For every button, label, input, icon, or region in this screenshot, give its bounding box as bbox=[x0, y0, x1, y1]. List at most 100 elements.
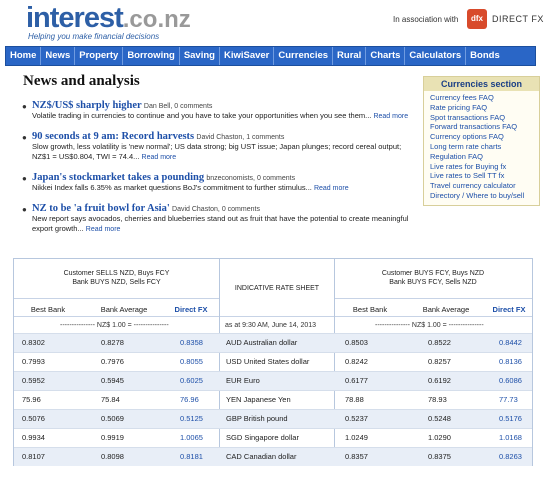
rate-timestamp: as at 9:30 AM, June 14, 2013 bbox=[225, 322, 317, 329]
right-direct-fx-cell: 77.73 bbox=[499, 395, 518, 404]
right-bank-average-cell: 1.0290 bbox=[428, 433, 451, 442]
col-direct-fx-right[interactable]: Direct FX bbox=[486, 305, 532, 314]
news-item: ● 90 seconds at 9 am: Record harvests Dav… bbox=[22, 131, 410, 163]
logo-domain: .co.nz bbox=[122, 6, 191, 33]
bullet-icon: ● bbox=[22, 205, 27, 214]
news-item: ● NZ to be 'a fruit bowl for Asia' David … bbox=[22, 203, 410, 235]
currencies-link[interactable]: Travel currency calculator bbox=[430, 181, 533, 191]
table-row: 0.5076 0.5069 0.5125 GBP British pound 0.523… bbox=[14, 409, 532, 428]
read-more-link[interactable]: Read more bbox=[86, 226, 121, 233]
news-byline: Dan Bell, 0 comments bbox=[143, 103, 213, 110]
divider bbox=[334, 298, 532, 299]
partner-name[interactable]: DIRECT FX bbox=[492, 14, 544, 24]
left-direct-fx-cell: 0.5125 bbox=[180, 414, 203, 423]
news-list: ● NZ$/US$ sharply higher Dan Bell, 0 comm… bbox=[22, 100, 410, 244]
table-row: 0.9934 0.9919 1.0065 SGD Singapore dollar 1.… bbox=[14, 428, 532, 447]
currencies-section-box: Currencies section Currency fees FAQ Rate… bbox=[423, 76, 540, 206]
currencies-link[interactable]: Live rates to Sell TT fx bbox=[430, 171, 533, 181]
association-text: In association with bbox=[393, 15, 459, 24]
news-summary-text: Slow growth, less volatility is 'new nor… bbox=[32, 142, 402, 161]
left-bank-average-cell: 0.5069 bbox=[101, 414, 124, 423]
right-best-bank-cell: 0.5237 bbox=[345, 414, 368, 423]
col-direct-fx-left[interactable]: Direct FX bbox=[166, 305, 216, 314]
left-direct-fx-cell: 0.8181 bbox=[180, 452, 203, 461]
currencies-link[interactable]: Forward transactions FAQ bbox=[430, 122, 533, 132]
currencies-link[interactable]: Long term rate charts bbox=[430, 142, 533, 152]
left-bank-average-cell: 0.9919 bbox=[101, 433, 124, 442]
news-byline: David Chaston, 1 comments bbox=[196, 134, 285, 141]
nav-item-kiwisaver[interactable]: KiwiSaver bbox=[220, 47, 275, 65]
read-more-link[interactable]: Read more bbox=[314, 185, 349, 192]
main-nav: Home News Property Borrowing Saving KiwiSaver… bbox=[5, 46, 536, 66]
news-headline[interactable]: Japan's stockmarket takes a pounding bbox=[32, 172, 204, 183]
left-header-line1: Customer SELLS NZD, Buys FCY bbox=[63, 270, 170, 277]
bullet-icon: ● bbox=[22, 174, 27, 183]
currencies-link[interactable]: Live rates for Buying fx bbox=[430, 162, 533, 172]
nav-item-property[interactable]: Property bbox=[75, 47, 124, 65]
currencies-links: Currency fees FAQ Rate pricing FAQ Spot tr… bbox=[424, 91, 539, 203]
col-best-bank-left: Best Bank bbox=[30, 305, 66, 314]
rate-sheet-table: Customer SELLS NZD, Buys FCY Bank BUYS N… bbox=[13, 258, 533, 466]
right-best-bank-cell: 0.8357 bbox=[345, 452, 368, 461]
right-best-bank-cell: 0.8503 bbox=[345, 338, 368, 347]
divider bbox=[14, 298, 219, 299]
currencies-link[interactable]: Currency fees FAQ bbox=[430, 93, 533, 103]
left-best-bank-cell: 0.9934 bbox=[22, 433, 45, 442]
currency-name-cell: EUR Euro bbox=[226, 376, 260, 385]
news-summary: Nikkei Index falls 6.35% as market quest… bbox=[32, 183, 410, 194]
right-bank-average-cell: 0.5248 bbox=[428, 414, 451, 423]
table-row: 0.7993 0.7976 0.8055 USD United States doll… bbox=[14, 352, 532, 371]
col-best-bank-right: Best Bank bbox=[352, 305, 388, 314]
left-direct-fx-cell: 76.96 bbox=[180, 395, 199, 404]
site-logo[interactable]: interest.co.nz bbox=[26, 2, 191, 35]
bullet-icon: ● bbox=[22, 133, 27, 142]
partner-logo-icon[interactable]: dfx bbox=[467, 9, 487, 29]
left-header: Customer SELLS NZD, Buys FCY Bank BUYS N… bbox=[14, 269, 219, 287]
left-best-bank-cell: 0.5952 bbox=[22, 376, 45, 385]
nav-item-news[interactable]: News bbox=[41, 47, 76, 65]
news-section-title: News and analysis bbox=[23, 73, 140, 89]
read-more-link[interactable]: Read more bbox=[373, 113, 408, 120]
nav-item-currencies[interactable]: Currencies bbox=[274, 47, 334, 65]
left-direct-fx-cell: 0.8358 bbox=[180, 338, 203, 347]
news-headline[interactable]: NZ$/US$ sharply higher bbox=[32, 100, 142, 111]
site-header: interest.co.nz Helping you make financia… bbox=[0, 0, 550, 44]
news-headline[interactable]: NZ to be 'a fruit bowl for Asia' bbox=[32, 203, 170, 214]
read-more-link[interactable]: Read more bbox=[142, 154, 177, 161]
logo-main: interest bbox=[26, 2, 124, 34]
right-direct-fx-cell: 1.0168 bbox=[499, 433, 522, 442]
nav-item-home[interactable]: Home bbox=[6, 47, 42, 65]
nav-item-rural[interactable]: Rural bbox=[333, 47, 367, 65]
news-item: ● NZ$/US$ sharply higher Dan Bell, 0 comm… bbox=[22, 100, 410, 122]
currency-name-cell: USD United States dollar bbox=[226, 357, 310, 366]
news-summary: Slow growth, less volatility is 'new nor… bbox=[32, 142, 410, 163]
currencies-link[interactable]: Currency options FAQ bbox=[430, 132, 533, 142]
currencies-link[interactable]: Rate pricing FAQ bbox=[430, 103, 533, 113]
news-summary-text: Nikkei Index falls 6.35% as market quest… bbox=[32, 183, 312, 192]
left-bank-average-cell: 75.84 bbox=[101, 395, 120, 404]
rate-rows: 0.8302 0.8278 0.8358 AUD Australian dollar 0… bbox=[14, 333, 532, 466]
currencies-link[interactable]: Spot transactions FAQ bbox=[430, 113, 533, 123]
right-direct-fx-cell: 0.8442 bbox=[499, 338, 522, 347]
right-direct-fx-cell: 0.8263 bbox=[499, 452, 522, 461]
nav-item-borrowing[interactable]: Borrowing bbox=[123, 47, 180, 65]
right-direct-fx-cell: 0.6086 bbox=[499, 376, 522, 385]
nav-item-calculators[interactable]: Calculators bbox=[405, 47, 467, 65]
currencies-link[interactable]: Regulation FAQ bbox=[430, 152, 533, 162]
left-best-bank-cell: 75.96 bbox=[22, 395, 41, 404]
left-bank-average-cell: 0.8098 bbox=[101, 452, 124, 461]
news-byline: David Chaston, 0 comments bbox=[172, 206, 260, 213]
news-summary: Volatile trading in currencies to contin… bbox=[32, 111, 410, 122]
right-bank-average-cell: 0.8257 bbox=[428, 357, 451, 366]
currencies-link[interactable]: Directory / Where to buy/sell bbox=[430, 191, 533, 201]
left-best-bank-cell: 0.8107 bbox=[22, 452, 45, 461]
left-best-bank-cell: 0.5076 bbox=[22, 414, 45, 423]
table-row: 0.8107 0.8098 0.8181 CAD Canadian dollar 0.8… bbox=[14, 447, 532, 466]
nav-item-bonds[interactable]: Bonds bbox=[466, 47, 504, 65]
nav-item-charts[interactable]: Charts bbox=[366, 47, 406, 65]
nav-item-saving[interactable]: Saving bbox=[180, 47, 220, 65]
table-row: 0.5952 0.5945 0.6025 EUR Euro 0.6177 0.6192 0.… bbox=[14, 371, 532, 390]
news-headline[interactable]: 90 seconds at 9 am: Record harvests bbox=[32, 131, 194, 142]
table-row: 75.96 75.84 76.96 YEN Japanese Yen 78.88 78.9… bbox=[14, 390, 532, 409]
news-summary: New report says avocados, cherries and b… bbox=[32, 214, 410, 235]
